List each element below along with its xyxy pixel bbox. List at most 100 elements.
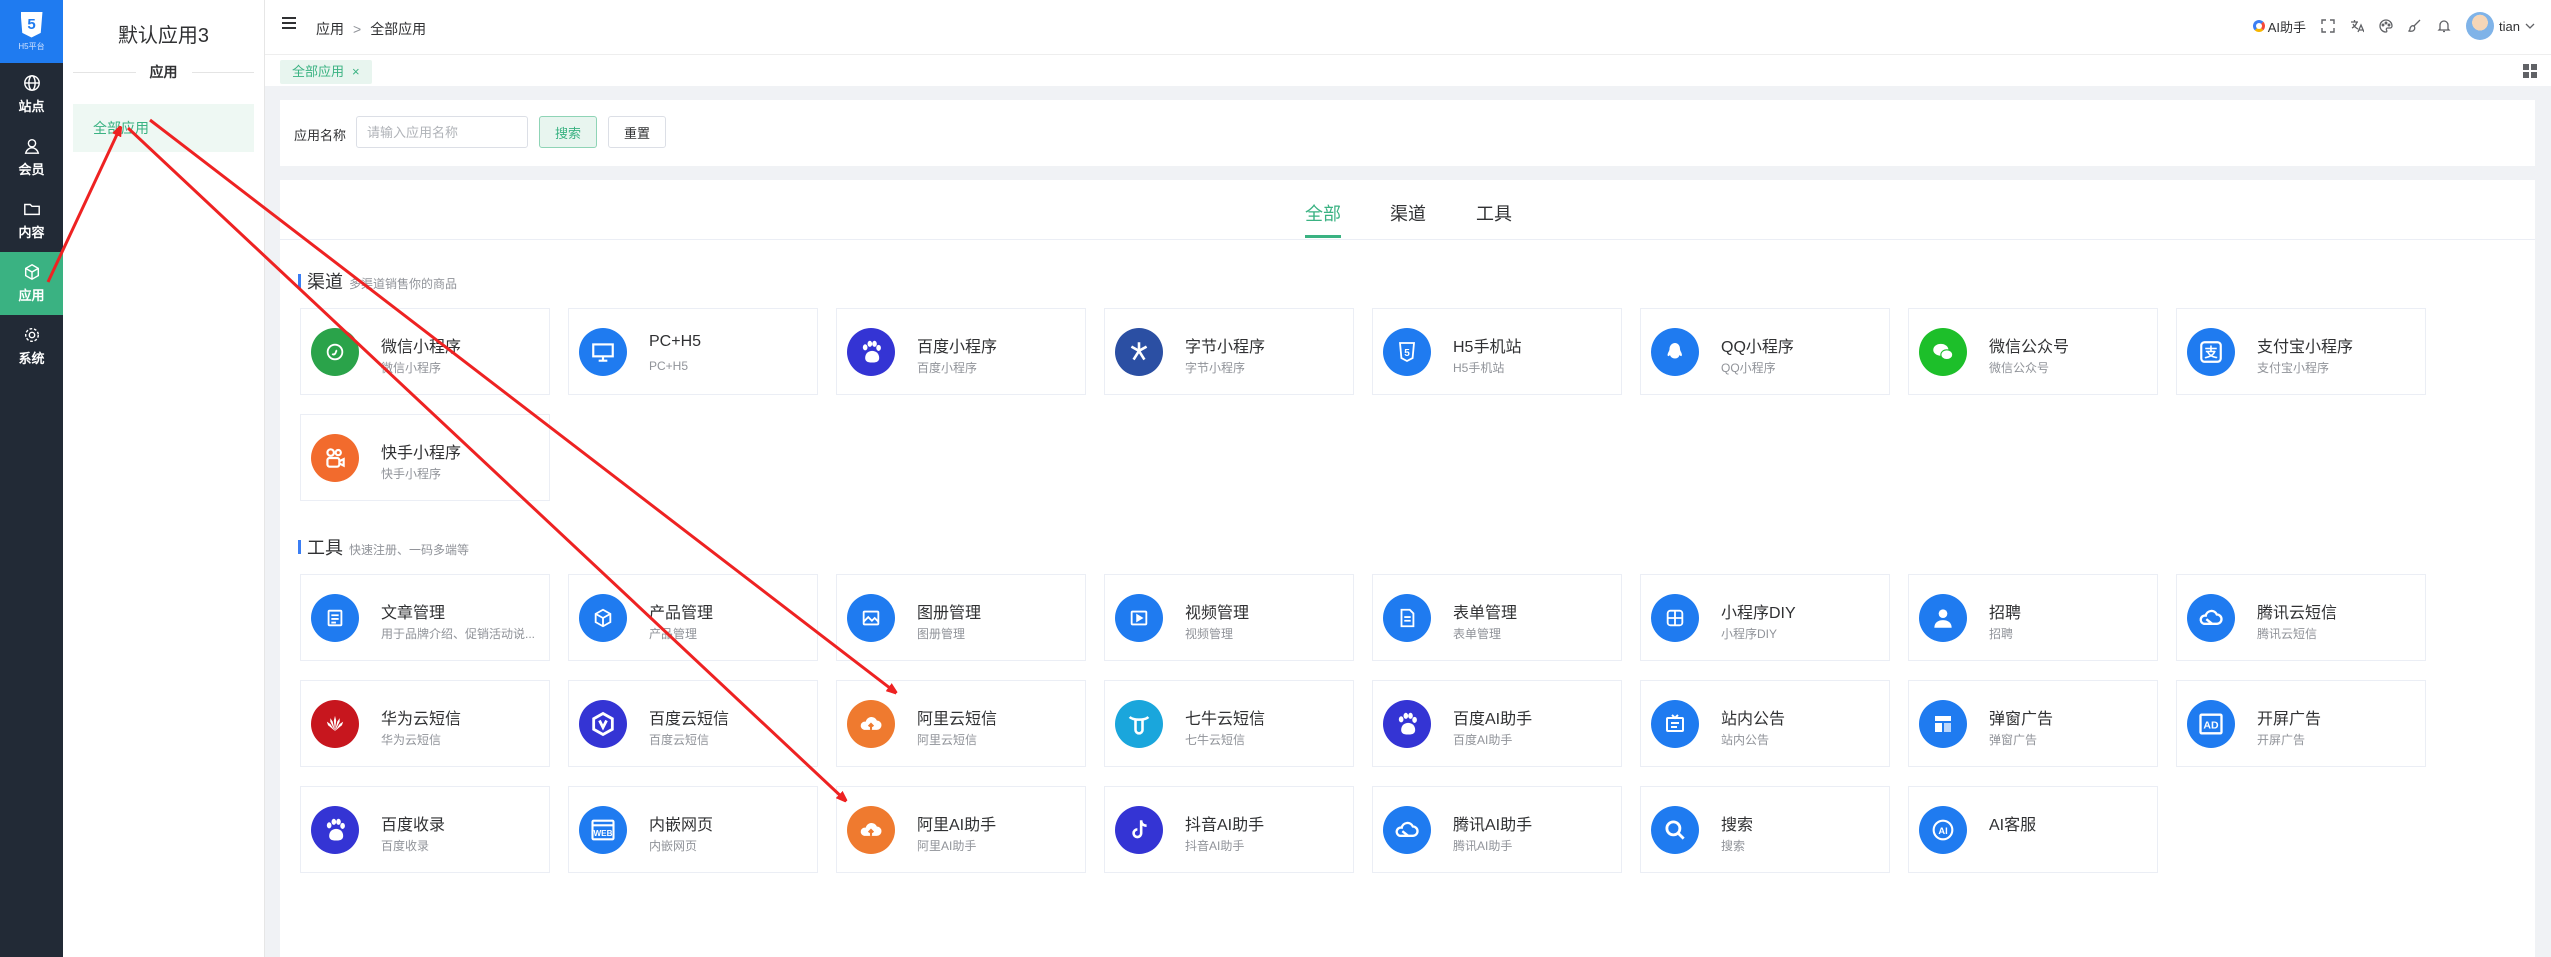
app-card[interactable]: 腾讯AI助手 腾讯AI助手 xyxy=(1372,786,1622,873)
app-card-title: 内嵌网页 xyxy=(649,817,714,834)
cube-icon xyxy=(24,263,39,281)
app-card-title: 文章管理 xyxy=(381,605,446,622)
app-card-desc: 小程序DIY xyxy=(1721,627,1778,641)
top-header: 应用 > 全部应用 AI助手 tian xyxy=(265,0,2551,54)
menu-toggle-icon[interactable] xyxy=(282,17,296,29)
logo[interactable]: 5 H5平台 xyxy=(0,0,63,63)
palette-icon[interactable] xyxy=(2379,19,2393,33)
tab-channel[interactable]: 渠道 xyxy=(1390,200,1426,226)
app-card[interactable]: 表单管理 表单管理 xyxy=(1372,574,1622,661)
app-card[interactable]: 华为云短信 华为云短信 xyxy=(300,680,550,767)
rail-item-site[interactable]: 站点 xyxy=(0,63,63,126)
tab-all-apps[interactable]: 全部应用 × xyxy=(280,60,372,84)
huawei-icon xyxy=(311,700,359,748)
svg-text:AI: AI xyxy=(1938,826,1947,836)
fullscreen-icon[interactable] xyxy=(2321,19,2335,33)
page-tabs-bar: 全部应用 × xyxy=(265,54,2551,86)
app-card[interactable]: AI AI客服 xyxy=(1908,786,2158,873)
tab-all[interactable]: 全部 xyxy=(1305,200,1341,238)
app-card[interactable]: 阿里AI助手 阿里AI助手 xyxy=(836,786,1086,873)
user-menu[interactable]: tian xyxy=(2466,12,2535,40)
app-card[interactable]: 百度小程序 百度小程序 xyxy=(836,308,1086,395)
grid-icon[interactable] xyxy=(2523,64,2537,78)
app-card-desc: QQ小程序 xyxy=(1721,361,1776,375)
app-card[interactable]: PC+H5 PC+H5 xyxy=(568,308,818,395)
app-card[interactable]: 百度云短信 百度云短信 xyxy=(568,680,818,767)
app-card[interactable]: 百度收录 百度收录 xyxy=(300,786,550,873)
app-card[interactable]: 站内公告 站内公告 xyxy=(1640,680,1890,767)
app-card[interactable]: 5 H5手机站 H5手机站 xyxy=(1372,308,1622,395)
app-card[interactable]: WEB 内嵌网页 内嵌网页 xyxy=(568,786,818,873)
app-card[interactable]: 微信公众号 微信公众号 xyxy=(1908,308,2158,395)
app-card[interactable]: 小程序DIY 小程序DIY xyxy=(1640,574,1890,661)
section-channel-header: 渠道 多渠道销售你的商品 xyxy=(298,268,457,294)
ai-assistant-label: AI助手 xyxy=(2267,19,2307,35)
app-card-title: PC+H5 xyxy=(649,333,702,350)
rail-item-label: 会员 xyxy=(18,162,45,177)
app-card-title: 百度AI助手 xyxy=(1453,711,1533,728)
search-button[interactable]: 搜索 xyxy=(539,116,598,148)
app-card[interactable]: 视频管理 视频管理 xyxy=(1104,574,1354,661)
breadcrumb-item[interactable]: 应用 xyxy=(316,21,344,37)
app-card-title: 腾讯云短信 xyxy=(2257,605,2338,622)
notice-icon xyxy=(1651,700,1699,748)
tencent-cloud-icon xyxy=(2187,594,2235,642)
app-card[interactable]: 产品管理 产品管理 xyxy=(568,574,818,661)
app-list-panel: 全部 渠道 工具 渠道 多渠道销售你的商品 微信小程序 微信小程序 PC+H5 PC+… xyxy=(280,180,2535,957)
reset-button[interactable]: 重置 xyxy=(608,116,667,148)
app-card-title: 快手小程序 xyxy=(381,445,462,462)
rail-item-label: 系统 xyxy=(18,351,45,366)
baidu-cloud-icon xyxy=(579,700,627,748)
app-card[interactable]: 支支付宝小程序 支付宝小程序 xyxy=(2176,308,2426,395)
translate-icon[interactable] xyxy=(2350,19,2365,33)
wechat-icon xyxy=(1919,328,1967,376)
bell-icon[interactable] xyxy=(2437,19,2451,33)
header-tools: AI助手 tian xyxy=(2252,12,2535,40)
tab-tool[interactable]: 工具 xyxy=(1476,200,1512,226)
rail-item-member[interactable]: 会员 xyxy=(0,126,63,189)
gear-icon xyxy=(24,327,39,343)
brush-icon[interactable] xyxy=(2408,19,2422,33)
app-card[interactable]: 微信小程序 微信小程序 xyxy=(300,308,550,395)
app-card-desc: 产品管理 xyxy=(649,627,698,641)
category-tabs: 全部 渠道 工具 xyxy=(280,180,2535,240)
app-card[interactable]: 快手小程序 快手小程序 xyxy=(300,414,550,501)
app-name-input[interactable] xyxy=(356,116,528,148)
rail-item-content[interactable]: 内容 xyxy=(0,189,63,252)
rail-item-app[interactable]: 应用 xyxy=(0,252,63,315)
app-card-desc: 微信公众号 xyxy=(1989,361,2050,375)
app-card-desc: 抖音AI助手 xyxy=(1185,839,1245,853)
app-card[interactable]: 阿里云短信 阿里云短信 xyxy=(836,680,1086,767)
recruit-icon xyxy=(1919,594,1967,642)
rail-item-system[interactable]: 系统 xyxy=(0,315,63,378)
app-card[interactable]: AD 开屏广告 开屏广告 xyxy=(2176,680,2426,767)
rail-item-label: 应用 xyxy=(18,288,45,303)
app-card-desc: 阿里云短信 xyxy=(917,733,978,747)
app-card-title: AI客服 xyxy=(1989,817,2037,834)
ai-assistant-button[interactable]: AI助手 xyxy=(2252,17,2307,36)
primary-nav-rail: 5 H5平台 站点 会员 内容 应用 系统 xyxy=(0,0,63,957)
rail-item-label: 站点 xyxy=(18,99,45,114)
app-card-desc: 百度小程序 xyxy=(917,361,978,375)
app-card[interactable]: 腾讯云短信 腾讯云短信 xyxy=(2176,574,2426,661)
user-icon xyxy=(24,138,39,154)
popup-icon xyxy=(1919,700,1967,748)
app-card-title: 字节小程序 xyxy=(1185,339,1266,356)
app-card[interactable]: 文章管理 用于品牌介绍、促销活动说... xyxy=(300,574,550,661)
app-card[interactable]: 图册管理 图册管理 xyxy=(836,574,1086,661)
app-card[interactable]: 抖音AI助手 抖音AI助手 xyxy=(1104,786,1354,873)
app-card[interactable]: 搜索 搜索 xyxy=(1640,786,1890,873)
app-card-title: 招聘 xyxy=(1989,605,2022,622)
app-card[interactable]: 招聘 招聘 xyxy=(1908,574,2158,661)
app-card[interactable]: 弹窗广告 弹窗广告 xyxy=(1908,680,2158,767)
app-card[interactable]: 字节小程序 字节小程序 xyxy=(1104,308,1354,395)
app-card[interactable]: 七牛云短信 七牛云短信 xyxy=(1104,680,1354,767)
menu-item-all-apps[interactable]: 全部应用 xyxy=(73,104,254,152)
app-card[interactable]: QQ小程序 QQ小程序 xyxy=(1640,308,1890,395)
close-icon[interactable]: × xyxy=(352,64,360,79)
aliyun-icon xyxy=(847,700,895,748)
breadcrumb-item-current: 全部应用 xyxy=(370,21,427,37)
app-card[interactable]: 百度AI助手 百度AI助手 xyxy=(1372,680,1622,767)
app-card-desc: 内嵌网页 xyxy=(649,839,698,853)
svg-text:WEB: WEB xyxy=(593,829,612,838)
